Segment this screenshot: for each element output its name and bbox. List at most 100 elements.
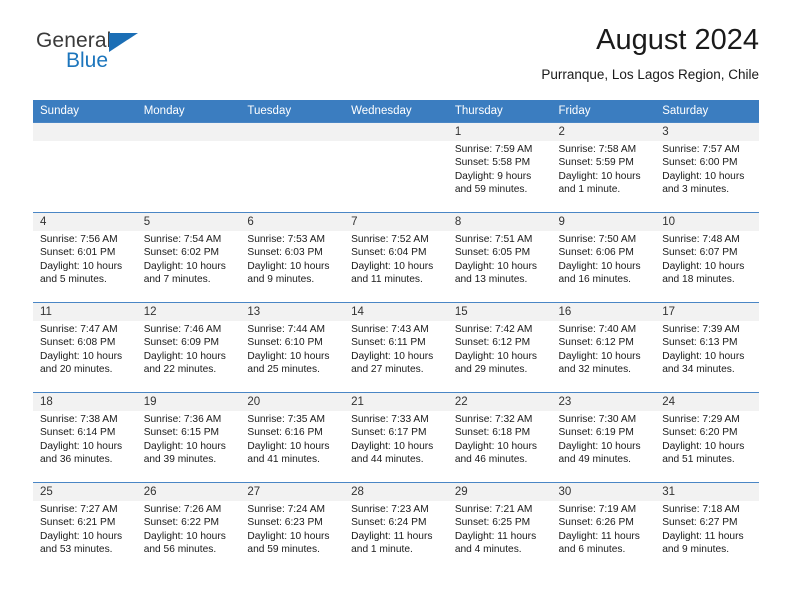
day-details: Sunrise: 7:46 AM Sunset: 6:09 PM Daylight:…: [137, 321, 241, 376]
day-number: 19: [136, 393, 241, 411]
day-number: 9: [551, 213, 656, 231]
calendar-day-cell[interactable]: 29 Sunrise: 7:21 AM Sunset: 6:25 PM Dayligh…: [447, 482, 552, 573]
calendar-day-cell[interactable]: 18 Sunrise: 7:38 AM Sunset: 6:14 PM Dayligh…: [33, 392, 137, 483]
day-details: Sunrise: 7:19 AM Sunset: 6:26 PM Daylight:…: [552, 501, 656, 556]
calendar-day-cell[interactable]: 6 Sunrise: 7:53 AM Sunset: 6:03 PM Daylight…: [240, 212, 345, 303]
day-number: 21: [344, 393, 448, 411]
daylight-duration: Daylight: 10 hours and 56 minutes.: [143, 530, 226, 555]
calendar-week-row: 1 Sunrise: 7:59 AM Sunset: 5:58 PM Daylight…: [33, 122, 759, 213]
calendar-day-cell[interactable]: 17 Sunrise: 7:39 AM Sunset: 6:13 PM Dayligh…: [655, 302, 759, 393]
day-number: 14: [344, 303, 448, 321]
daylight-duration: Daylight: 10 hours and 11 minutes.: [351, 260, 434, 285]
sunset-time: Sunset: 6:10 PM: [247, 337, 323, 349]
day-number: [344, 123, 448, 141]
day-number: 4: [33, 213, 137, 231]
sunset-time: Sunset: 6:06 PM: [558, 247, 634, 259]
sunrise-time: Sunrise: 7:57 AM: [662, 144, 740, 155]
day-number: 13: [240, 303, 345, 321]
day-details: Sunrise: 7:56 AM Sunset: 6:01 PM Daylight:…: [33, 231, 137, 286]
daylight-duration: Daylight: 10 hours and 22 minutes.: [143, 350, 226, 375]
weekday-header-thursday: Thursday: [447, 100, 552, 123]
calendar-day-cell[interactable]: 3 Sunrise: 7:57 AM Sunset: 6:00 PM Daylight…: [655, 122, 759, 213]
day-number: [136, 123, 241, 141]
calendar-day-cell[interactable]: 5 Sunrise: 7:54 AM Sunset: 6:02 PM Daylight…: [136, 212, 241, 303]
calendar-day-cell[interactable]: 7 Sunrise: 7:52 AM Sunset: 6:04 PM Daylight…: [344, 212, 448, 303]
day-number: 28: [344, 483, 448, 501]
sunset-time: Sunset: 6:20 PM: [662, 427, 738, 439]
day-details: Sunrise: 7:53 AM Sunset: 6:03 PM Daylight:…: [240, 231, 344, 286]
calendar-day-cell[interactable]: 22 Sunrise: 7:32 AM Sunset: 6:18 PM Dayligh…: [447, 392, 552, 483]
calendar-day-cell[interactable]: 28 Sunrise: 7:23 AM Sunset: 6:24 PM Dayligh…: [344, 482, 448, 573]
day-number: 29: [447, 483, 552, 501]
sunset-time: Sunset: 5:59 PM: [558, 157, 634, 169]
day-details: Sunrise: 7:29 AM Sunset: 6:20 PM Daylight:…: [655, 411, 759, 466]
calendar-day-cell[interactable]: 30 Sunrise: 7:19 AM Sunset: 6:26 PM Dayligh…: [551, 482, 656, 573]
calendar-week-row: 25 Sunrise: 7:27 AM Sunset: 6:21 PM Dayligh…: [33, 482, 759, 573]
sunset-time: Sunset: 6:04 PM: [351, 247, 427, 259]
calendar-day-cell[interactable]: 9 Sunrise: 7:50 AM Sunset: 6:06 PM Daylight…: [551, 212, 656, 303]
day-number: 2: [551, 123, 656, 141]
day-details: Sunrise: 7:57 AM Sunset: 6:00 PM Daylight:…: [655, 141, 759, 196]
daylight-duration: Daylight: 10 hours and 7 minutes.: [143, 260, 226, 285]
day-details: Sunrise: 7:18 AM Sunset: 6:27 PM Daylight:…: [655, 501, 759, 556]
weekday-header-friday: Friday: [551, 100, 656, 123]
daylight-duration: Daylight: 10 hours and 25 minutes.: [247, 350, 330, 375]
sunrise-time: Sunrise: 7:18 AM: [662, 504, 740, 515]
calendar-day-cell[interactable]: 1 Sunrise: 7:59 AM Sunset: 5:58 PM Daylight…: [447, 122, 552, 213]
daylight-duration: Daylight: 10 hours and 46 minutes.: [454, 440, 537, 465]
sunset-time: Sunset: 5:58 PM: [454, 157, 531, 169]
daylight-duration: Daylight: 11 hours and 6 minutes.: [558, 530, 640, 555]
sunset-time: Sunset: 6:12 PM: [558, 337, 634, 349]
day-number: 31: [655, 483, 759, 501]
sunrise-time: Sunrise: 7:50 AM: [558, 234, 637, 245]
day-details: Sunrise: 7:23 AM Sunset: 6:24 PM Daylight:…: [344, 501, 448, 556]
sunrise-time: Sunrise: 7:52 AM: [351, 234, 429, 245]
calendar-day-cell[interactable]: 12 Sunrise: 7:46 AM Sunset: 6:09 PM Dayligh…: [136, 302, 241, 393]
calendar-day-cell[interactable]: 20 Sunrise: 7:35 AM Sunset: 6:16 PM Dayligh…: [240, 392, 345, 483]
calendar-week-row: 4 Sunrise: 7:56 AM Sunset: 6:01 PM Daylight…: [33, 212, 759, 303]
calendar-day-cell[interactable]: 13 Sunrise: 7:44 AM Sunset: 6:10 PM Dayligh…: [240, 302, 345, 393]
sunrise-time: Sunrise: 7:23 AM: [351, 504, 429, 515]
calendar-day-cell[interactable]: 14 Sunrise: 7:43 AM Sunset: 6:11 PM Dayligh…: [344, 302, 448, 393]
page-title: August 2024: [596, 24, 759, 56]
sunset-time: Sunset: 6:16 PM: [247, 427, 323, 439]
sunset-time: Sunset: 6:03 PM: [247, 247, 323, 259]
sunset-time: Sunset: 6:11 PM: [351, 337, 426, 349]
calendar-day-cell[interactable]: 26 Sunrise: 7:26 AM Sunset: 6:22 PM Dayligh…: [136, 482, 241, 573]
calendar-day-cell[interactable]: 4 Sunrise: 7:56 AM Sunset: 6:01 PM Daylight…: [33, 212, 137, 303]
calendar-day-cell[interactable]: 15 Sunrise: 7:42 AM Sunset: 6:12 PM Dayligh…: [447, 302, 552, 393]
calendar-week-row: 18 Sunrise: 7:38 AM Sunset: 6:14 PM Dayligh…: [33, 392, 759, 483]
calendar-day-cell[interactable]: 19 Sunrise: 7:36 AM Sunset: 6:15 PM Dayligh…: [136, 392, 241, 483]
daylight-duration: Daylight: 10 hours and 27 minutes.: [351, 350, 434, 375]
day-number: 23: [551, 393, 656, 411]
calendar-day-cell[interactable]: 27 Sunrise: 7:24 AM Sunset: 6:23 PM Dayligh…: [240, 482, 345, 573]
day-number: 5: [136, 213, 241, 231]
calendar-day-cell[interactable]: 23 Sunrise: 7:30 AM Sunset: 6:19 PM Dayligh…: [551, 392, 656, 483]
calendar-day-cell[interactable]: 25 Sunrise: 7:27 AM Sunset: 6:21 PM Dayligh…: [33, 482, 137, 573]
day-number: 8: [447, 213, 552, 231]
daylight-duration: Daylight: 10 hours and 5 minutes.: [40, 260, 123, 285]
sunset-time: Sunset: 6:25 PM: [454, 517, 531, 529]
day-details: Sunrise: 7:59 AM Sunset: 5:58 PM Daylight:…: [448, 141, 552, 196]
daylight-duration: Daylight: 10 hours and 36 minutes.: [40, 440, 123, 465]
day-number: [240, 123, 345, 141]
daylight-duration: Daylight: 10 hours and 29 minutes.: [454, 350, 537, 375]
calendar-day-cell[interactable]: 21 Sunrise: 7:33 AM Sunset: 6:17 PM Dayligh…: [344, 392, 448, 483]
weekday-header-wednesday: Wednesday: [344, 100, 448, 123]
sunset-time: Sunset: 6:21 PM: [40, 517, 116, 529]
day-details: Sunrise: 7:51 AM Sunset: 6:05 PM Daylight:…: [448, 231, 552, 286]
calendar-day-cell[interactable]: 16 Sunrise: 7:40 AM Sunset: 6:12 PM Dayligh…: [551, 302, 656, 393]
calendar-day-cell[interactable]: 31 Sunrise: 7:18 AM Sunset: 6:27 PM Dayligh…: [655, 482, 759, 573]
calendar-day-cell[interactable]: 24 Sunrise: 7:29 AM Sunset: 6:20 PM Dayligh…: [655, 392, 759, 483]
day-details: Sunrise: 7:38 AM Sunset: 6:14 PM Daylight:…: [33, 411, 137, 466]
weekday-header-monday: Monday: [136, 100, 241, 123]
day-details: Sunrise: 7:54 AM Sunset: 6:02 PM Daylight:…: [137, 231, 241, 286]
daylight-duration: Daylight: 10 hours and 39 minutes.: [143, 440, 226, 465]
calendar-day-cell[interactable]: 8 Sunrise: 7:51 AM Sunset: 6:05 PM Daylight…: [447, 212, 552, 303]
general-blue-logo[interactable]: General Blue: [36, 30, 236, 82]
calendar-day-cell[interactable]: 2 Sunrise: 7:58 AM Sunset: 5:59 PM Daylight…: [551, 122, 656, 213]
calendar-day-cell[interactable]: 11 Sunrise: 7:47 AM Sunset: 6:08 PM Dayligh…: [33, 302, 137, 393]
day-number: 25: [33, 483, 137, 501]
calendar-day-cell[interactable]: 10 Sunrise: 7:48 AM Sunset: 6:07 PM Dayligh…: [655, 212, 759, 303]
sunrise-time: Sunrise: 7:58 AM: [558, 144, 637, 155]
